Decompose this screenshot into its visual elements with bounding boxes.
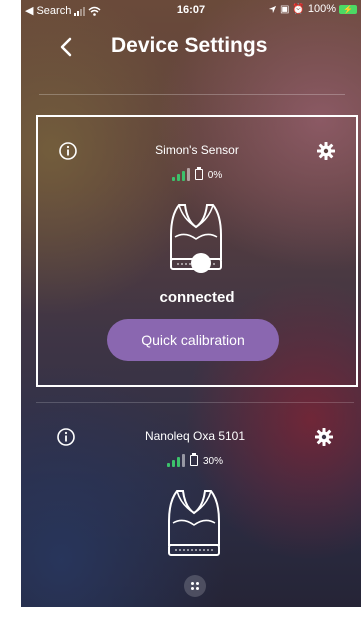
location-icon — [268, 5, 277, 13]
page-title: Device Settings — [111, 34, 268, 57]
device-card-simons-sensor[interactable]: Simon's Sensor 0% connected Quick calibr… — [36, 115, 358, 387]
battery-level: 0% — [207, 170, 223, 181]
signal-battery-row: 30% — [36, 453, 354, 467]
battery-charging-icon: ⚡ — [339, 4, 357, 14]
signal-strength-icon — [166, 454, 185, 467]
signal-battery-row: 0% — [38, 167, 356, 181]
sensor-name: Simon's Sensor — [155, 143, 239, 157]
sports-bra-icon — [168, 490, 220, 556]
quick-calibration-button[interactable]: Quick calibration — [107, 319, 279, 361]
connection-status: connected — [159, 289, 235, 306]
cellular-signal-icon — [74, 6, 86, 16]
alarm-icon: ⏰ — [292, 3, 305, 15]
status-bar: ◀ Search 16:07 ▣ ⏰ 100% ⚡ — [21, 0, 361, 20]
chevron-left-icon — [60, 37, 72, 57]
back-to-app-label[interactable]: Search — [36, 5, 71, 17]
device-settings-screen: ◀ Search 16:07 ▣ ⏰ 100% ⚡ Device Setting… — [21, 0, 361, 607]
sports-bra-icon — [170, 204, 222, 273]
status-right: ▣ ⏰ 100% ⚡ — [268, 3, 357, 15]
more-options-button[interactable] — [184, 575, 206, 597]
header: Device Settings — [21, 30, 361, 64]
back-to-app-icon[interactable]: ◀ — [25, 4, 33, 17]
device-card-nanoleq-oxa-5101[interactable]: Nanoleq Oxa 5101 30% — [36, 402, 354, 607]
lock-rotation-icon: ▣ — [279, 3, 290, 15]
battery-icon — [194, 167, 203, 180]
sensor-name: Nanoleq Oxa 5101 — [144, 429, 246, 443]
dots-grid-icon — [191, 582, 199, 590]
list-divider — [39, 94, 345, 95]
back-button[interactable] — [53, 32, 79, 62]
sensor-dot-icon — [191, 253, 211, 273]
signal-strength-icon — [171, 168, 190, 181]
battery-percentage: 100% — [307, 3, 336, 15]
wifi-icon — [88, 6, 101, 16]
battery-level: 30% — [202, 456, 223, 467]
status-left: ◀ Search — [25, 4, 101, 17]
battery-icon — [189, 453, 198, 466]
